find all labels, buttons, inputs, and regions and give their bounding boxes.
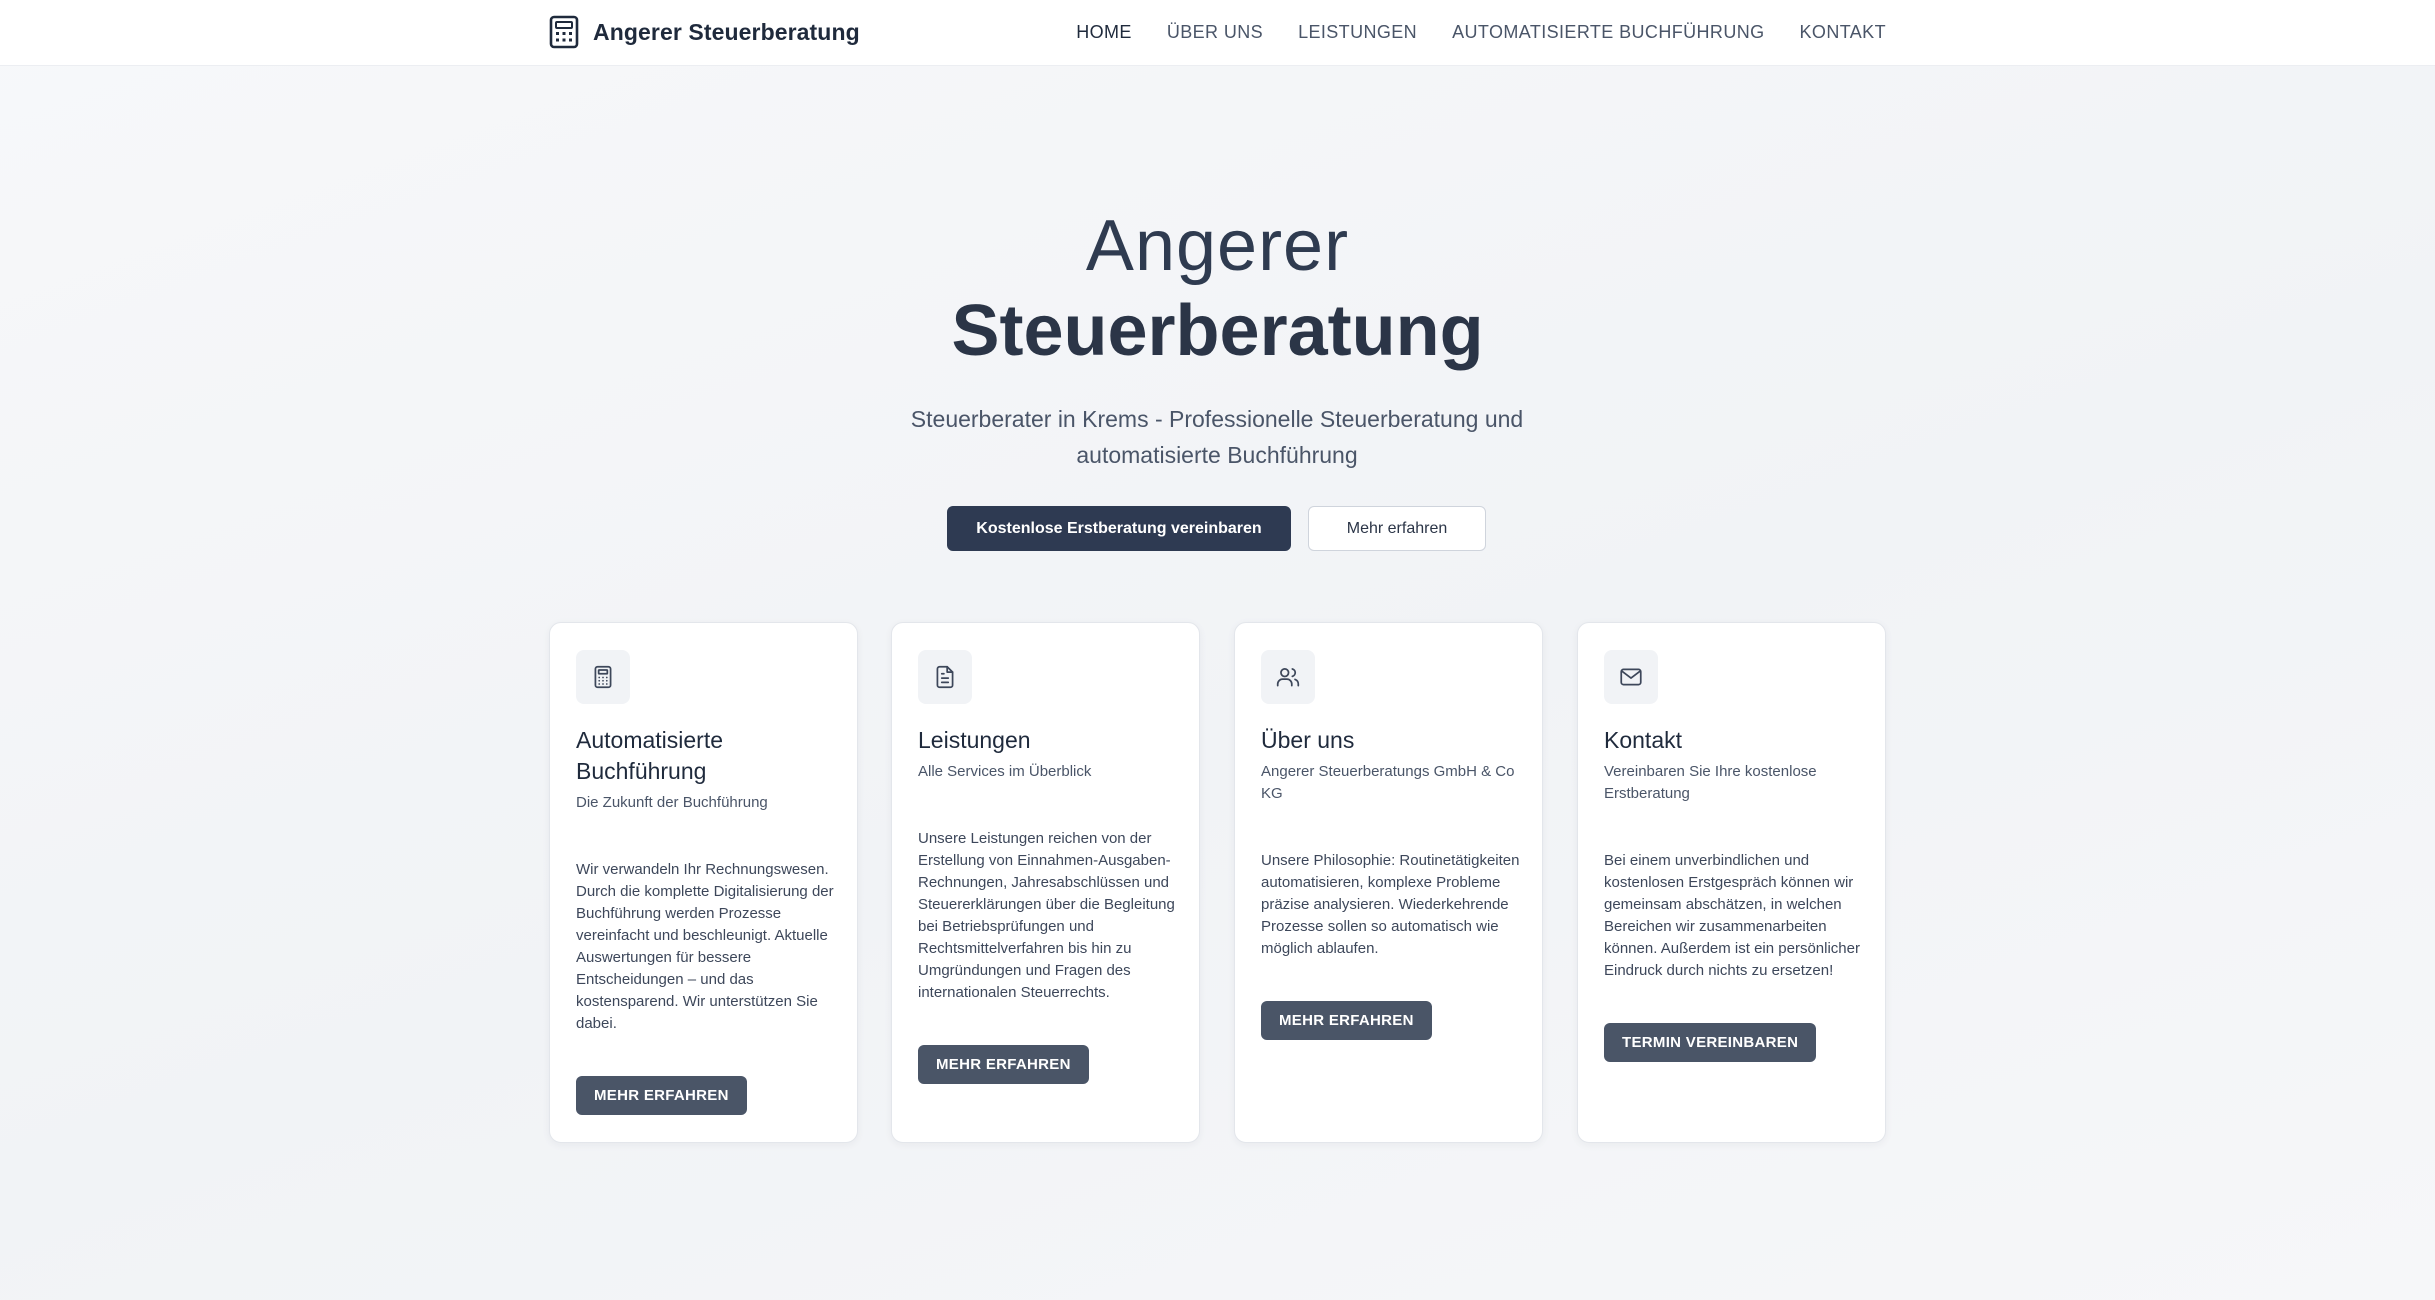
nav-item-home[interactable]: HOME	[1076, 22, 1132, 43]
card-subtitle: Angerer Steuerberatungs GmbH & Co KG	[1261, 763, 1515, 802]
card-body: Unsere Leistungen reichen von der Erstel…	[918, 830, 1175, 1001]
users-icon	[1276, 668, 1300, 687]
hero-title-line-1: Angerer	[1085, 206, 1350, 286]
top-navigation: Angerer Steuerberatung HOME ÜBER UNS LEI…	[0, 0, 2435, 66]
card-title: Leistungen	[918, 727, 1031, 753]
nav-item-ueber-uns[interactable]: ÜBER UNS	[1167, 22, 1263, 43]
card-title: Automatisierte Buchführung	[576, 727, 724, 784]
card-kontakt: Kontakt Vereinbaren Sie Ihre kostenlose …	[1577, 622, 1886, 1143]
card-icon-box	[918, 650, 972, 704]
book-consultation-button[interactable]: Kostenlose Erstberatung vereinbaren	[947, 506, 1291, 551]
document-icon	[936, 665, 954, 689]
card-icon-box	[1604, 650, 1658, 704]
card-subtitle: Die Zukunft der Buchführung	[576, 794, 768, 811]
card-more-button[interactable]: MEHR ERFAHREN	[1261, 1001, 1432, 1040]
brand-name: Angerer Steuerberatung	[593, 18, 860, 45]
hero-subtitle: Steuerberater in Krems - Professionelle …	[910, 406, 1524, 468]
card-more-button[interactable]: MEHR ERFAHREN	[918, 1045, 1089, 1084]
card-body: Bei einem unverbindlichen und kostenlose…	[1604, 852, 1860, 979]
card-subtitle: Alle Services im Überblick	[918, 763, 1092, 780]
card-more-button[interactable]: MEHR ERFAHREN	[576, 1076, 747, 1115]
learn-more-button[interactable]: Mehr erfahren	[1308, 506, 1486, 551]
calculator-icon	[549, 15, 579, 49]
mail-icon	[1620, 668, 1642, 686]
nav-item-automatisierte-buchfuehrung[interactable]: AUTOMATISIERTE BUCHFÜHRUNG	[1452, 22, 1764, 43]
nav-item-kontakt[interactable]: KONTAKT	[1800, 22, 1886, 43]
nav-item-leistungen[interactable]: LEISTUNGEN	[1298, 22, 1417, 43]
card-appointment-button[interactable]: TERMIN VEREINBAREN	[1604, 1023, 1817, 1062]
card-icon-box	[1261, 650, 1315, 704]
brand-logo-link[interactable]: Angerer Steuerberatung	[549, 14, 860, 50]
card-subtitle: Vereinbaren Sie Ihre kostenlose Erstbera…	[1604, 763, 1817, 802]
card-icon-box	[576, 650, 630, 704]
card-body: Wir verwandeln Ihr Rechnungswesen. Durch…	[576, 861, 834, 1032]
card-title: Über uns	[1261, 727, 1355, 753]
card-automatisierte-buchfuehrung: Automatisierte Buchführung Die Zukunft d…	[549, 622, 858, 1143]
card-title: Kontakt	[1604, 727, 1682, 753]
card-leistungen: Leistungen Alle Services im Überblick Un…	[891, 622, 1200, 1143]
calculator-icon	[594, 665, 612, 689]
nav-menu: HOME ÜBER UNS LEISTUNGEN AUTOMATISIERTE …	[1076, 0, 1886, 64]
card-body: Unsere Philosophie: Routinetätigkeiten a…	[1261, 852, 1520, 957]
card-ueber-uns: Über uns Angerer Steuerberatungs GmbH & …	[1234, 622, 1543, 1143]
hero-title-line-2: Steuerberatung	[951, 291, 1484, 371]
